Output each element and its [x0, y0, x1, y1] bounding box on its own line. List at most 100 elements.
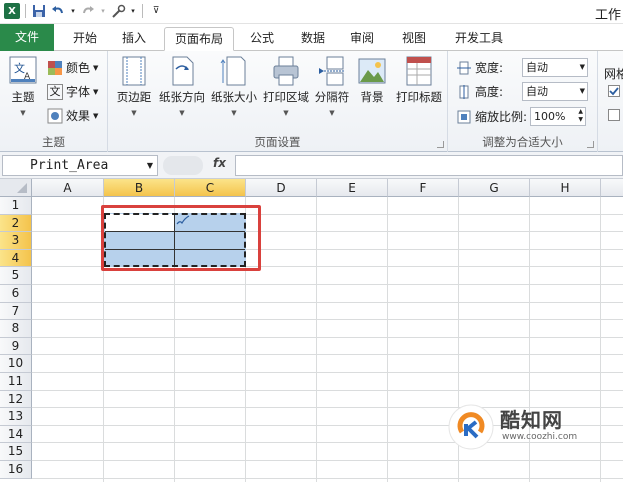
- tab-view[interactable]: 视图: [393, 27, 435, 51]
- row-gridline: [32, 284, 623, 285]
- tab-page-layout[interactable]: 页面布局: [164, 27, 234, 51]
- row-header-8[interactable]: 8: [0, 320, 32, 338]
- tab-formulas[interactable]: 公式: [241, 27, 283, 51]
- gridlines-print-checkbox[interactable]: [608, 109, 620, 121]
- undo-icon[interactable]: [50, 3, 66, 19]
- sheet-options-group: 网格: [598, 51, 623, 152]
- tab-file[interactable]: 文件: [0, 24, 54, 51]
- breaks-button[interactable]: 分隔符 ▼: [311, 55, 353, 119]
- excel-icon[interactable]: X: [4, 3, 20, 19]
- redo-icon[interactable]: [80, 3, 96, 19]
- row-gridline: [32, 336, 623, 338]
- chevron-down-icon: ▼: [329, 109, 335, 117]
- height-label: 高度:: [475, 85, 504, 99]
- tab-home[interactable]: 开始: [64, 27, 106, 51]
- row-header-2[interactable]: 2: [0, 214, 32, 233]
- column-header-a[interactable]: A: [32, 179, 104, 197]
- width-select[interactable]: 自动 ▼: [522, 58, 588, 77]
- qat-separator: [25, 4, 26, 18]
- column-header-e[interactable]: E: [317, 179, 388, 197]
- redo-dropdown-icon[interactable]: ▾: [99, 3, 107, 19]
- row-header-7[interactable]: 7: [0, 302, 32, 321]
- size-button[interactable]: 纸张大小 ▼: [208, 55, 260, 119]
- tools-icon[interactable]: [110, 3, 126, 19]
- orientation-button[interactable]: 纸张方向 ▼: [156, 55, 208, 119]
- column-header-partial[interactable]: [601, 179, 623, 197]
- row-header-15[interactable]: 15: [0, 443, 32, 461]
- scale-launcher-icon[interactable]: [587, 141, 594, 148]
- column-header-c[interactable]: C: [175, 179, 246, 197]
- row-header-5[interactable]: 5: [0, 267, 32, 285]
- row-header-10[interactable]: 10: [0, 355, 32, 373]
- tab-developer[interactable]: 开发工具: [446, 27, 512, 51]
- height-select[interactable]: 自动 ▼: [522, 82, 588, 101]
- window-title: 工作: [594, 8, 621, 23]
- row-header-14[interactable]: 14: [0, 425, 32, 444]
- print-area-icon: [271, 55, 301, 87]
- undo-dropdown-icon[interactable]: ▾: [69, 3, 77, 19]
- row-header-16[interactable]: 16: [0, 461, 32, 479]
- print-area-button[interactable]: 打印区域 ▼: [260, 55, 312, 119]
- gridlines-view-checkbox[interactable]: [608, 85, 620, 97]
- spinner-arrows-icon[interactable]: ▲ ▼: [578, 108, 583, 124]
- row-gridline: [32, 301, 623, 303]
- column-gridline: [600, 197, 601, 482]
- insert-function-icon[interactable]: fx: [213, 156, 226, 170]
- row-header-13[interactable]: 13: [0, 408, 32, 426]
- margins-button[interactable]: 页边距 ▼: [110, 55, 158, 119]
- themes-button[interactable]: 文 A 主题 ▼: [4, 55, 42, 119]
- row-header-9[interactable]: 9: [0, 337, 32, 356]
- scale-label: 缩放比例:: [475, 110, 528, 124]
- row-gridline: [32, 460, 623, 461]
- annotation-highlight-box: [101, 205, 261, 271]
- width-select-value: 自动: [526, 61, 548, 74]
- row-header-12[interactable]: 12: [0, 390, 32, 409]
- page-setup-group: 页边距 ▼ 纸张方向 ▼ 纸张大小 ▼ 打印区域 ▼ 分隔符 ▼ 背景 打印标题…: [108, 51, 448, 152]
- chevron-down-icon: ▼: [20, 109, 26, 117]
- select-all-corner[interactable]: [0, 179, 32, 197]
- column-header-d[interactable]: D: [246, 179, 317, 197]
- chevron-down-icon[interactable]: ▼: [147, 156, 153, 175]
- tools-dropdown-icon[interactable]: ▾: [129, 3, 137, 19]
- themes-group: 文 A 主题 ▼ 颜色 ▼ 文 字体 ▼ 效果 ▼ 主题: [0, 51, 108, 152]
- width-row: 宽度: 自动 ▼: [456, 58, 588, 77]
- margins-icon: [119, 55, 149, 87]
- height-icon: [456, 84, 472, 100]
- customize-icon[interactable]: ⊽: [148, 3, 164, 19]
- row-header-4[interactable]: 4: [0, 249, 32, 268]
- row-header-6[interactable]: 6: [0, 285, 32, 303]
- ribbon: 文 A 主题 ▼ 颜色 ▼ 文 字体 ▼ 效果 ▼ 主题 页边距 ▼ 纸张方向 …: [0, 51, 623, 152]
- print-titles-button[interactable]: 打印标题: [392, 55, 446, 119]
- column-header-f[interactable]: F: [388, 179, 459, 197]
- row-header-1[interactable]: 1: [0, 197, 32, 215]
- row-gridline: [32, 319, 623, 321]
- background-button[interactable]: 背景: [354, 55, 390, 119]
- save-icon[interactable]: [31, 3, 47, 19]
- tab-review[interactable]: 审阅: [341, 27, 383, 51]
- row-header-11[interactable]: 11: [0, 373, 32, 391]
- name-box[interactable]: Print_Area ▼: [2, 155, 158, 176]
- tab-insert[interactable]: 插入: [114, 27, 154, 51]
- print-area-label: 打印区域: [263, 90, 309, 104]
- page-setup-launcher-icon[interactable]: [437, 141, 444, 148]
- formula-bar-resize-handle[interactable]: [163, 156, 203, 175]
- column-header-g[interactable]: G: [459, 179, 530, 197]
- scale-spinner[interactable]: 100% ▲ ▼: [530, 107, 587, 126]
- gridlines-header: 网格: [604, 67, 623, 81]
- tab-data[interactable]: 数据: [292, 27, 334, 51]
- row-gridline: [32, 477, 623, 479]
- formula-bar: Print_Area ▼ fx: [0, 152, 623, 179]
- size-label: 纸张大小: [211, 90, 257, 104]
- fonts-button[interactable]: 文 字体 ▼: [47, 83, 98, 100]
- print-titles-label: 打印标题: [396, 90, 442, 104]
- chevron-down-icon: ▼: [93, 87, 99, 96]
- formula-input[interactable]: [235, 155, 623, 176]
- orientation-icon: [167, 55, 197, 87]
- colors-button[interactable]: 颜色 ▼: [47, 59, 98, 76]
- effects-button[interactable]: 效果 ▼: [47, 107, 98, 124]
- column-header-h[interactable]: H: [530, 179, 601, 197]
- row-header-3[interactable]: 3: [0, 232, 32, 250]
- margins-label: 页边距: [116, 90, 152, 104]
- column-header-b[interactable]: B: [104, 179, 175, 197]
- row-gridline: [32, 354, 623, 356]
